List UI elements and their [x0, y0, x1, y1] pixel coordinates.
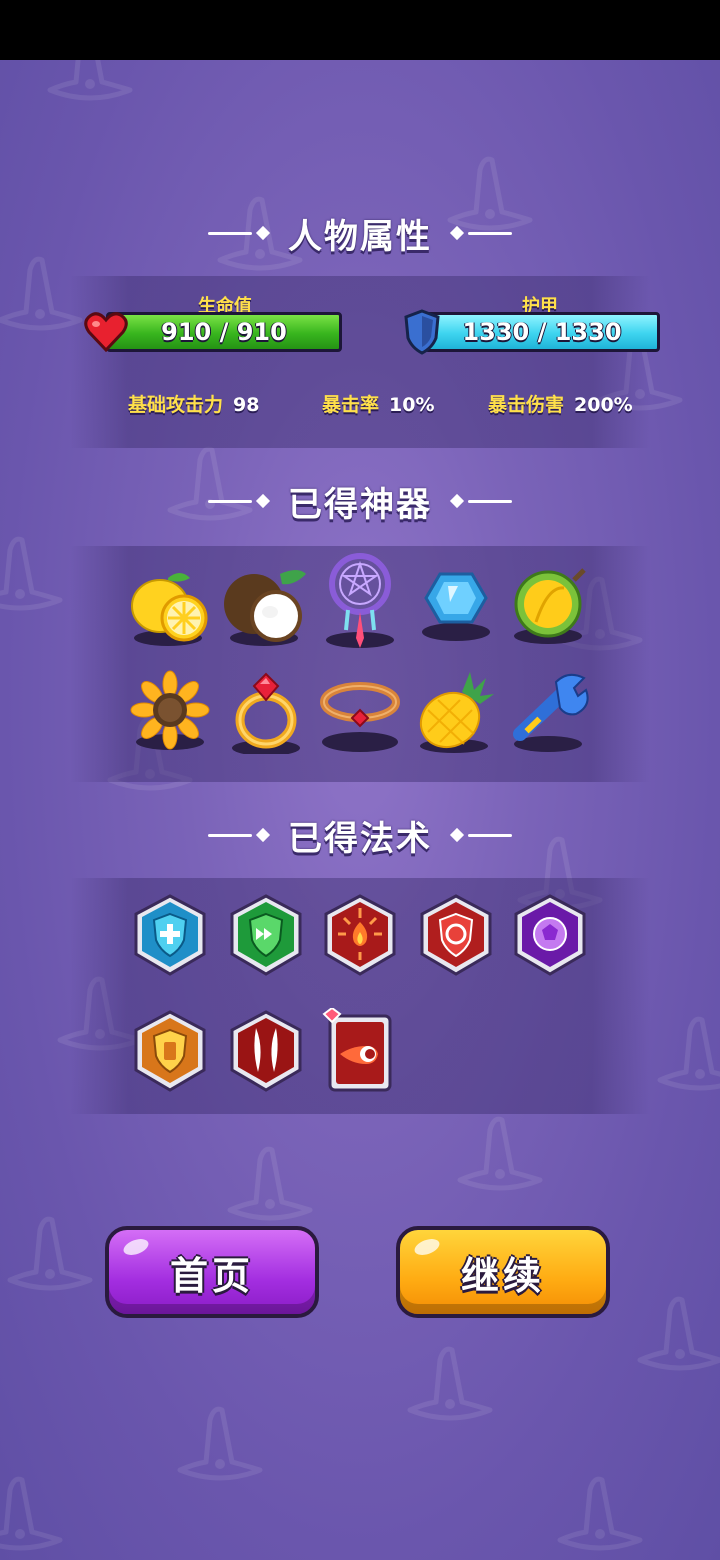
artifacts-section-title: 已得神器	[0, 476, 720, 526]
artifact-durian[interactable]	[508, 566, 592, 650]
artifact-sunflower[interactable]	[128, 670, 212, 754]
attack-label: 基础攻击力	[128, 394, 224, 416]
spell-fireball-card[interactable]	[318, 1008, 402, 1092]
dreamcatcher-icon	[326, 553, 394, 648]
fire-burst-icon	[324, 894, 396, 976]
title-decoration-right	[446, 493, 512, 509]
continue-button[interactable]: 继续	[396, 1226, 610, 1318]
heart-icon	[84, 312, 128, 352]
button-shine	[121, 1235, 151, 1259]
energy-shield-icon	[134, 1010, 206, 1092]
attack-stat: 基础攻击力 98	[128, 390, 259, 417]
heal-shield-icon	[134, 894, 206, 976]
spell-turtle-shell[interactable]	[508, 894, 592, 978]
title-decoration-left	[208, 225, 274, 241]
artifact-dreamcatcher[interactable]	[318, 552, 402, 648]
attributes-section-title: 人物属性	[0, 208, 720, 258]
coconut-icon	[224, 570, 306, 646]
title-decoration-right	[446, 827, 512, 843]
bracelet-icon	[320, 682, 400, 752]
armor-value: 1330 / 1330	[462, 318, 622, 346]
wrench-icon	[513, 673, 589, 752]
home-button[interactable]: 首页	[105, 1226, 319, 1318]
spells-section-title: 已得法术	[0, 810, 720, 860]
title-decoration-right	[446, 225, 512, 241]
home-button-label: 首页	[169, 1253, 254, 1298]
title-decoration-left	[208, 827, 274, 843]
artifact-blue-gem[interactable]	[414, 566, 498, 650]
fire-shield-icon	[420, 894, 492, 976]
turtle-shell-icon	[514, 894, 586, 976]
artifact-bracelet[interactable]	[318, 670, 402, 754]
twin-claws-icon	[230, 1010, 302, 1092]
spell-heal-shield[interactable]	[128, 894, 212, 978]
spell-twin-claws[interactable]	[224, 1010, 308, 1094]
artifact-pineapple[interactable]	[414, 670, 498, 754]
artifact-ruby-ring[interactable]	[222, 670, 306, 754]
armor-bar: 1330 / 1330	[424, 312, 660, 352]
crit-damage-stat: 暴击伤害 200%	[488, 390, 633, 417]
spells-title: 已得法术	[288, 818, 432, 859]
fireball-card-icon	[322, 1008, 392, 1092]
crit-damage-label: 暴击伤害	[488, 394, 565, 416]
attack-value: 98	[233, 394, 260, 416]
attributes-title: 人物属性	[288, 216, 432, 257]
artifact-coconut[interactable]	[222, 566, 306, 650]
crit-rate-stat: 暴击率 10%	[322, 390, 435, 417]
blue-gem-icon	[422, 572, 490, 641]
artifact-wrench[interactable]	[508, 670, 592, 754]
pineapple-icon	[419, 672, 494, 753]
artifacts-title: 已得神器	[288, 484, 432, 525]
spell-speed-shield[interactable]	[224, 894, 308, 978]
status-bar	[0, 0, 720, 60]
speed-shield-icon	[230, 894, 302, 976]
button-shine	[412, 1235, 442, 1259]
ruby-ring-icon	[232, 672, 300, 754]
sunflower-icon	[130, 670, 210, 750]
durian-icon	[514, 568, 586, 644]
continue-button-label: 继续	[460, 1253, 545, 1298]
hp-value: 910 / 910	[161, 318, 287, 346]
spell-fire-shield[interactable]	[414, 894, 498, 978]
artifact-lemon[interactable]	[128, 566, 212, 650]
crit-rate-value: 10%	[389, 394, 435, 416]
lemon-icon	[131, 573, 208, 646]
shield-icon	[404, 309, 440, 355]
spell-fire-burst[interactable]	[318, 894, 402, 978]
crit-rate-label: 暴击率	[322, 394, 380, 416]
hp-bar: 910 / 910	[106, 312, 342, 352]
crit-damage-value: 200%	[574, 394, 633, 416]
spell-energy-shield[interactable]	[128, 1010, 212, 1094]
title-decoration-left	[208, 493, 274, 509]
